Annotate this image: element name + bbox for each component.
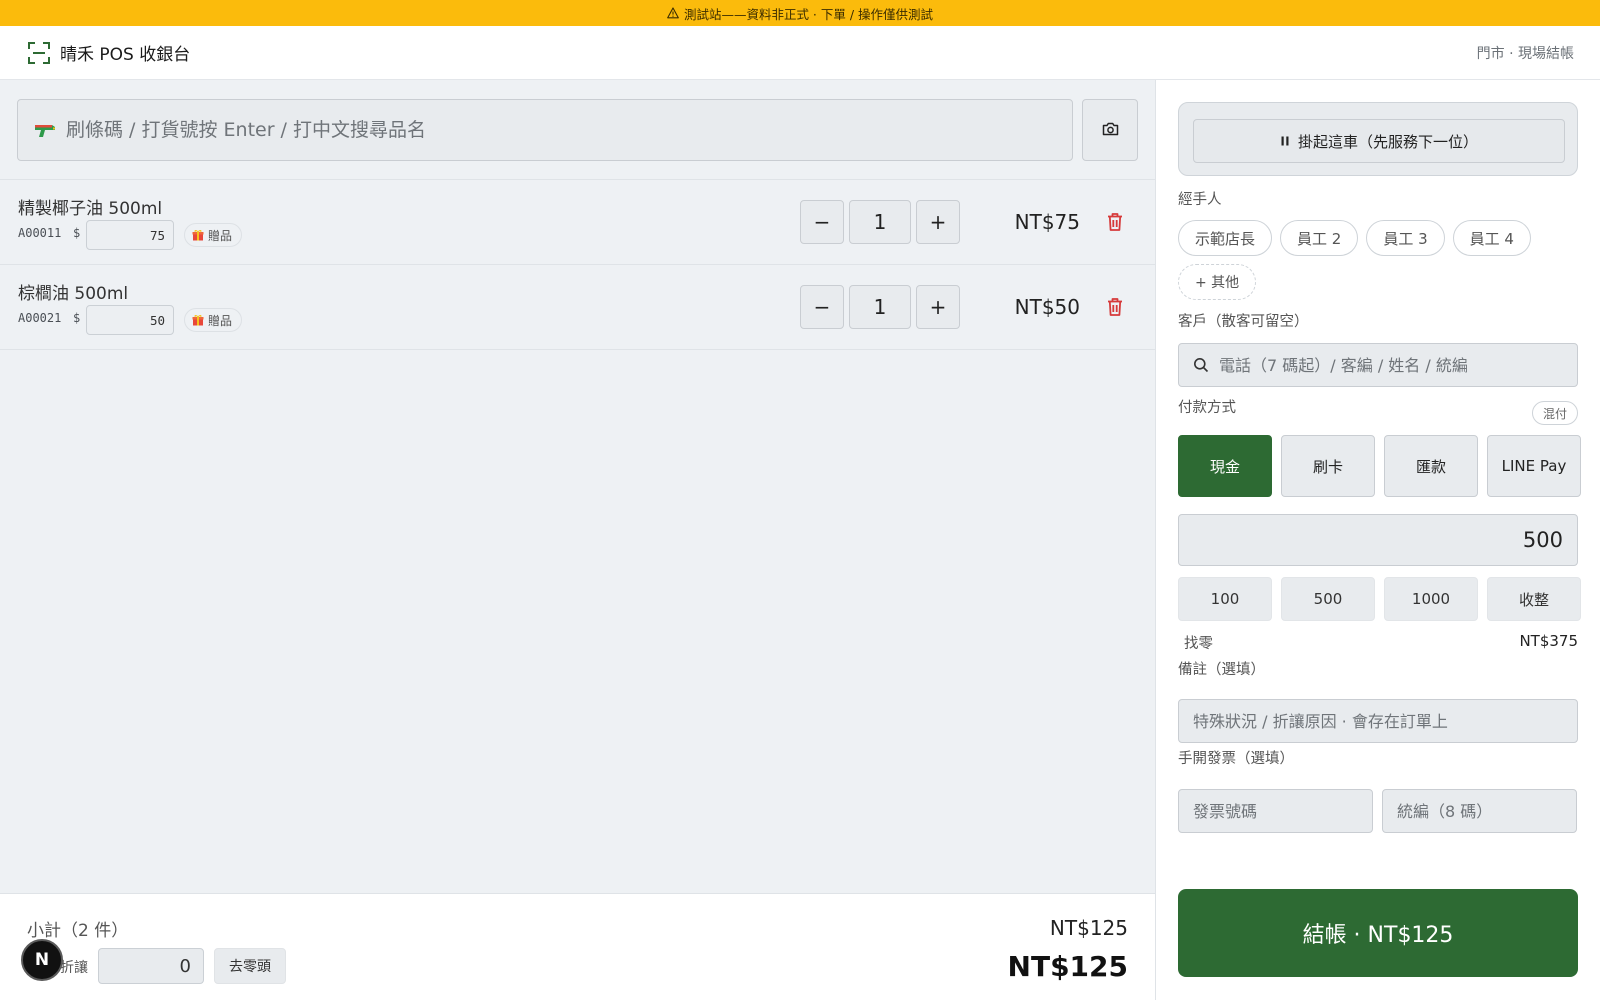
quantity-value[interactable]: 1 — [849, 200, 911, 244]
invoice-number-field[interactable] — [1178, 789, 1373, 833]
memo-input[interactable] — [1193, 711, 1523, 731]
pay-transfer-button[interactable]: 匯款 — [1384, 435, 1478, 497]
unit-price-input[interactable] — [86, 220, 174, 250]
price-currency-symbol: $ — [73, 311, 81, 325]
pay-cash-button[interactable]: 現金 — [1178, 435, 1272, 497]
gift-label: 贈品 — [208, 313, 233, 328]
unit-price-input[interactable] — [86, 305, 174, 335]
change-value: NT$375 — [1519, 632, 1578, 650]
camera-scan-button[interactable] — [1082, 99, 1138, 161]
hold-cart-section: 掛起這車（先服務下一位） — [1178, 102, 1578, 176]
hold-cart-label: 掛起這車（先服務下一位） — [1297, 132, 1478, 151]
app-title: 晴禾 POS 收銀台 — [60, 45, 191, 65]
payment-methods: 現金 刷卡 匯款 LINE Pay — [1178, 435, 1581, 497]
customer-label: 客戶（散客可留空） — [1178, 314, 1309, 330]
cart-list: 精製椰子油 500ml A00011 $ 贈品 − 1 + NT$75 棕櫚油 … — [0, 179, 1155, 350]
memo-label: 備註（選填） — [1178, 662, 1265, 678]
product-search[interactable] — [17, 99, 1073, 161]
dev-tools-badge[interactable]: N — [21, 939, 63, 981]
gift-icon — [192, 229, 204, 241]
item-name: 棕櫚油 500ml — [18, 284, 129, 304]
customer-search-input[interactable] — [1219, 355, 1549, 375]
brand: 晴禾 POS 收銀台 — [28, 40, 190, 65]
quick-amounts: 100 500 1000 收整 — [1178, 577, 1581, 621]
store-mode-label: 門市 · 現場結帳 — [1476, 45, 1574, 62]
quick-amount-button[interactable]: 500 — [1281, 577, 1375, 621]
item-sku: A00011 — [18, 226, 62, 240]
warning-icon — [667, 7, 679, 19]
checkout-button[interactable]: 結帳 · NT$125 — [1178, 889, 1578, 977]
line-total: NT$50 — [1014, 295, 1080, 319]
tax-id-input[interactable] — [1397, 801, 1567, 821]
add-other-staff-button[interactable]: + 其他 — [1178, 264, 1257, 300]
staff-chip[interactable]: 示範店長 — [1178, 220, 1273, 256]
round-off-button[interactable]: 去零頭 — [214, 948, 286, 984]
increase-qty-button[interactable]: + — [916, 200, 960, 244]
exact-amount-button[interactable]: 收整 — [1487, 577, 1581, 621]
item-name: 精製椰子油 500ml — [18, 199, 163, 219]
item-sku: A00021 — [18, 311, 62, 325]
cart-item-row: 棕櫚油 500ml A00021 $ 贈品 − 1 + NT$50 — [0, 265, 1155, 350]
pay-linepay-button[interactable]: LINE Pay — [1487, 435, 1581, 497]
pay-card-button[interactable]: 刷卡 — [1281, 435, 1375, 497]
search-icon — [1193, 357, 1209, 373]
gift-label: 贈品 — [208, 228, 233, 243]
tax-id-field[interactable] — [1382, 789, 1577, 833]
discount-label: 折讓 — [60, 960, 88, 976]
product-search-input[interactable] — [66, 119, 1026, 141]
invoice-label: 手開發票（選填） — [1178, 751, 1294, 767]
discount-input[interactable] — [98, 948, 204, 984]
quick-amount-button[interactable]: 1000 — [1384, 577, 1478, 621]
banner-text: 測試站——資料非正式 · 下單 / 操作僅供測試 — [683, 6, 934, 22]
decrease-qty-button[interactable]: − — [800, 285, 844, 329]
invoice-number-input[interactable] — [1193, 801, 1363, 821]
hold-cart-button[interactable]: 掛起這車（先服務下一位） — [1193, 119, 1565, 163]
staff-chip[interactable]: 員工 3 — [1366, 220, 1445, 256]
memo-field[interactable] — [1178, 699, 1578, 743]
quantity-value[interactable]: 1 — [849, 285, 911, 329]
test-site-banner: 測試站——資料非正式 · 下單 / 操作僅供測試 — [0, 0, 1600, 26]
price-currency-symbol: $ — [73, 226, 81, 240]
scan-logo-icon — [28, 41, 50, 64]
gift-icon — [192, 314, 204, 326]
cart-summary: 小計（2 件） NT$125 折讓 去零頭 NT$125 — [0, 893, 1155, 1000]
top-bar: 晴禾 POS 收銀台 門市 · 現場結帳 — [0, 26, 1600, 80]
staff-label: 經手人 — [1178, 192, 1222, 208]
camera-icon — [1102, 121, 1119, 140]
decrease-qty-button[interactable]: − — [800, 200, 844, 244]
line-total: NT$75 — [1014, 210, 1080, 234]
quantity-stepper: − 1 + — [800, 285, 960, 329]
customer-search[interactable] — [1178, 343, 1578, 387]
search-row — [17, 99, 1138, 161]
gift-toggle[interactable]: 贈品 — [184, 308, 243, 332]
invoice-fields — [1178, 789, 1577, 833]
subtotal-label: 小計（2 件） — [27, 921, 129, 941]
grand-total: NT$125 — [1007, 950, 1128, 983]
staff-chips: 示範店長 員工 2 員工 3 員工 4 + 其他 — [1178, 220, 1578, 300]
pause-icon — [1280, 135, 1290, 147]
mixed-payment-button[interactable]: 混付 — [1532, 401, 1578, 425]
subtotal-value: NT$125 — [1049, 916, 1128, 940]
quick-amount-button[interactable]: 100 — [1178, 577, 1272, 621]
change-label: 找零 — [1184, 636, 1213, 652]
gift-toggle[interactable]: 贈品 — [184, 223, 243, 247]
cash-tendered-input[interactable] — [1178, 514, 1578, 566]
checkout-sidebar: 掛起這車（先服務下一位） 經手人 示範店長 員工 2 員工 3 員工 4 + 其… — [1155, 80, 1600, 1000]
trash-icon[interactable] — [1106, 212, 1124, 232]
increase-qty-button[interactable]: + — [916, 285, 960, 329]
payment-label: 付款方式 — [1178, 400, 1236, 416]
staff-chip[interactable]: 員工 2 — [1280, 220, 1359, 256]
barcode-scanner-icon — [34, 122, 56, 138]
quantity-stepper: − 1 + — [800, 200, 960, 244]
cart-panel: 精製椰子油 500ml A00011 $ 贈品 − 1 + NT$75 棕櫚油 … — [0, 80, 1155, 893]
staff-chip[interactable]: 員工 4 — [1452, 220, 1531, 256]
cart-item-row: 精製椰子油 500ml A00011 $ 贈品 − 1 + NT$75 — [0, 180, 1155, 265]
trash-icon[interactable] — [1106, 297, 1124, 317]
